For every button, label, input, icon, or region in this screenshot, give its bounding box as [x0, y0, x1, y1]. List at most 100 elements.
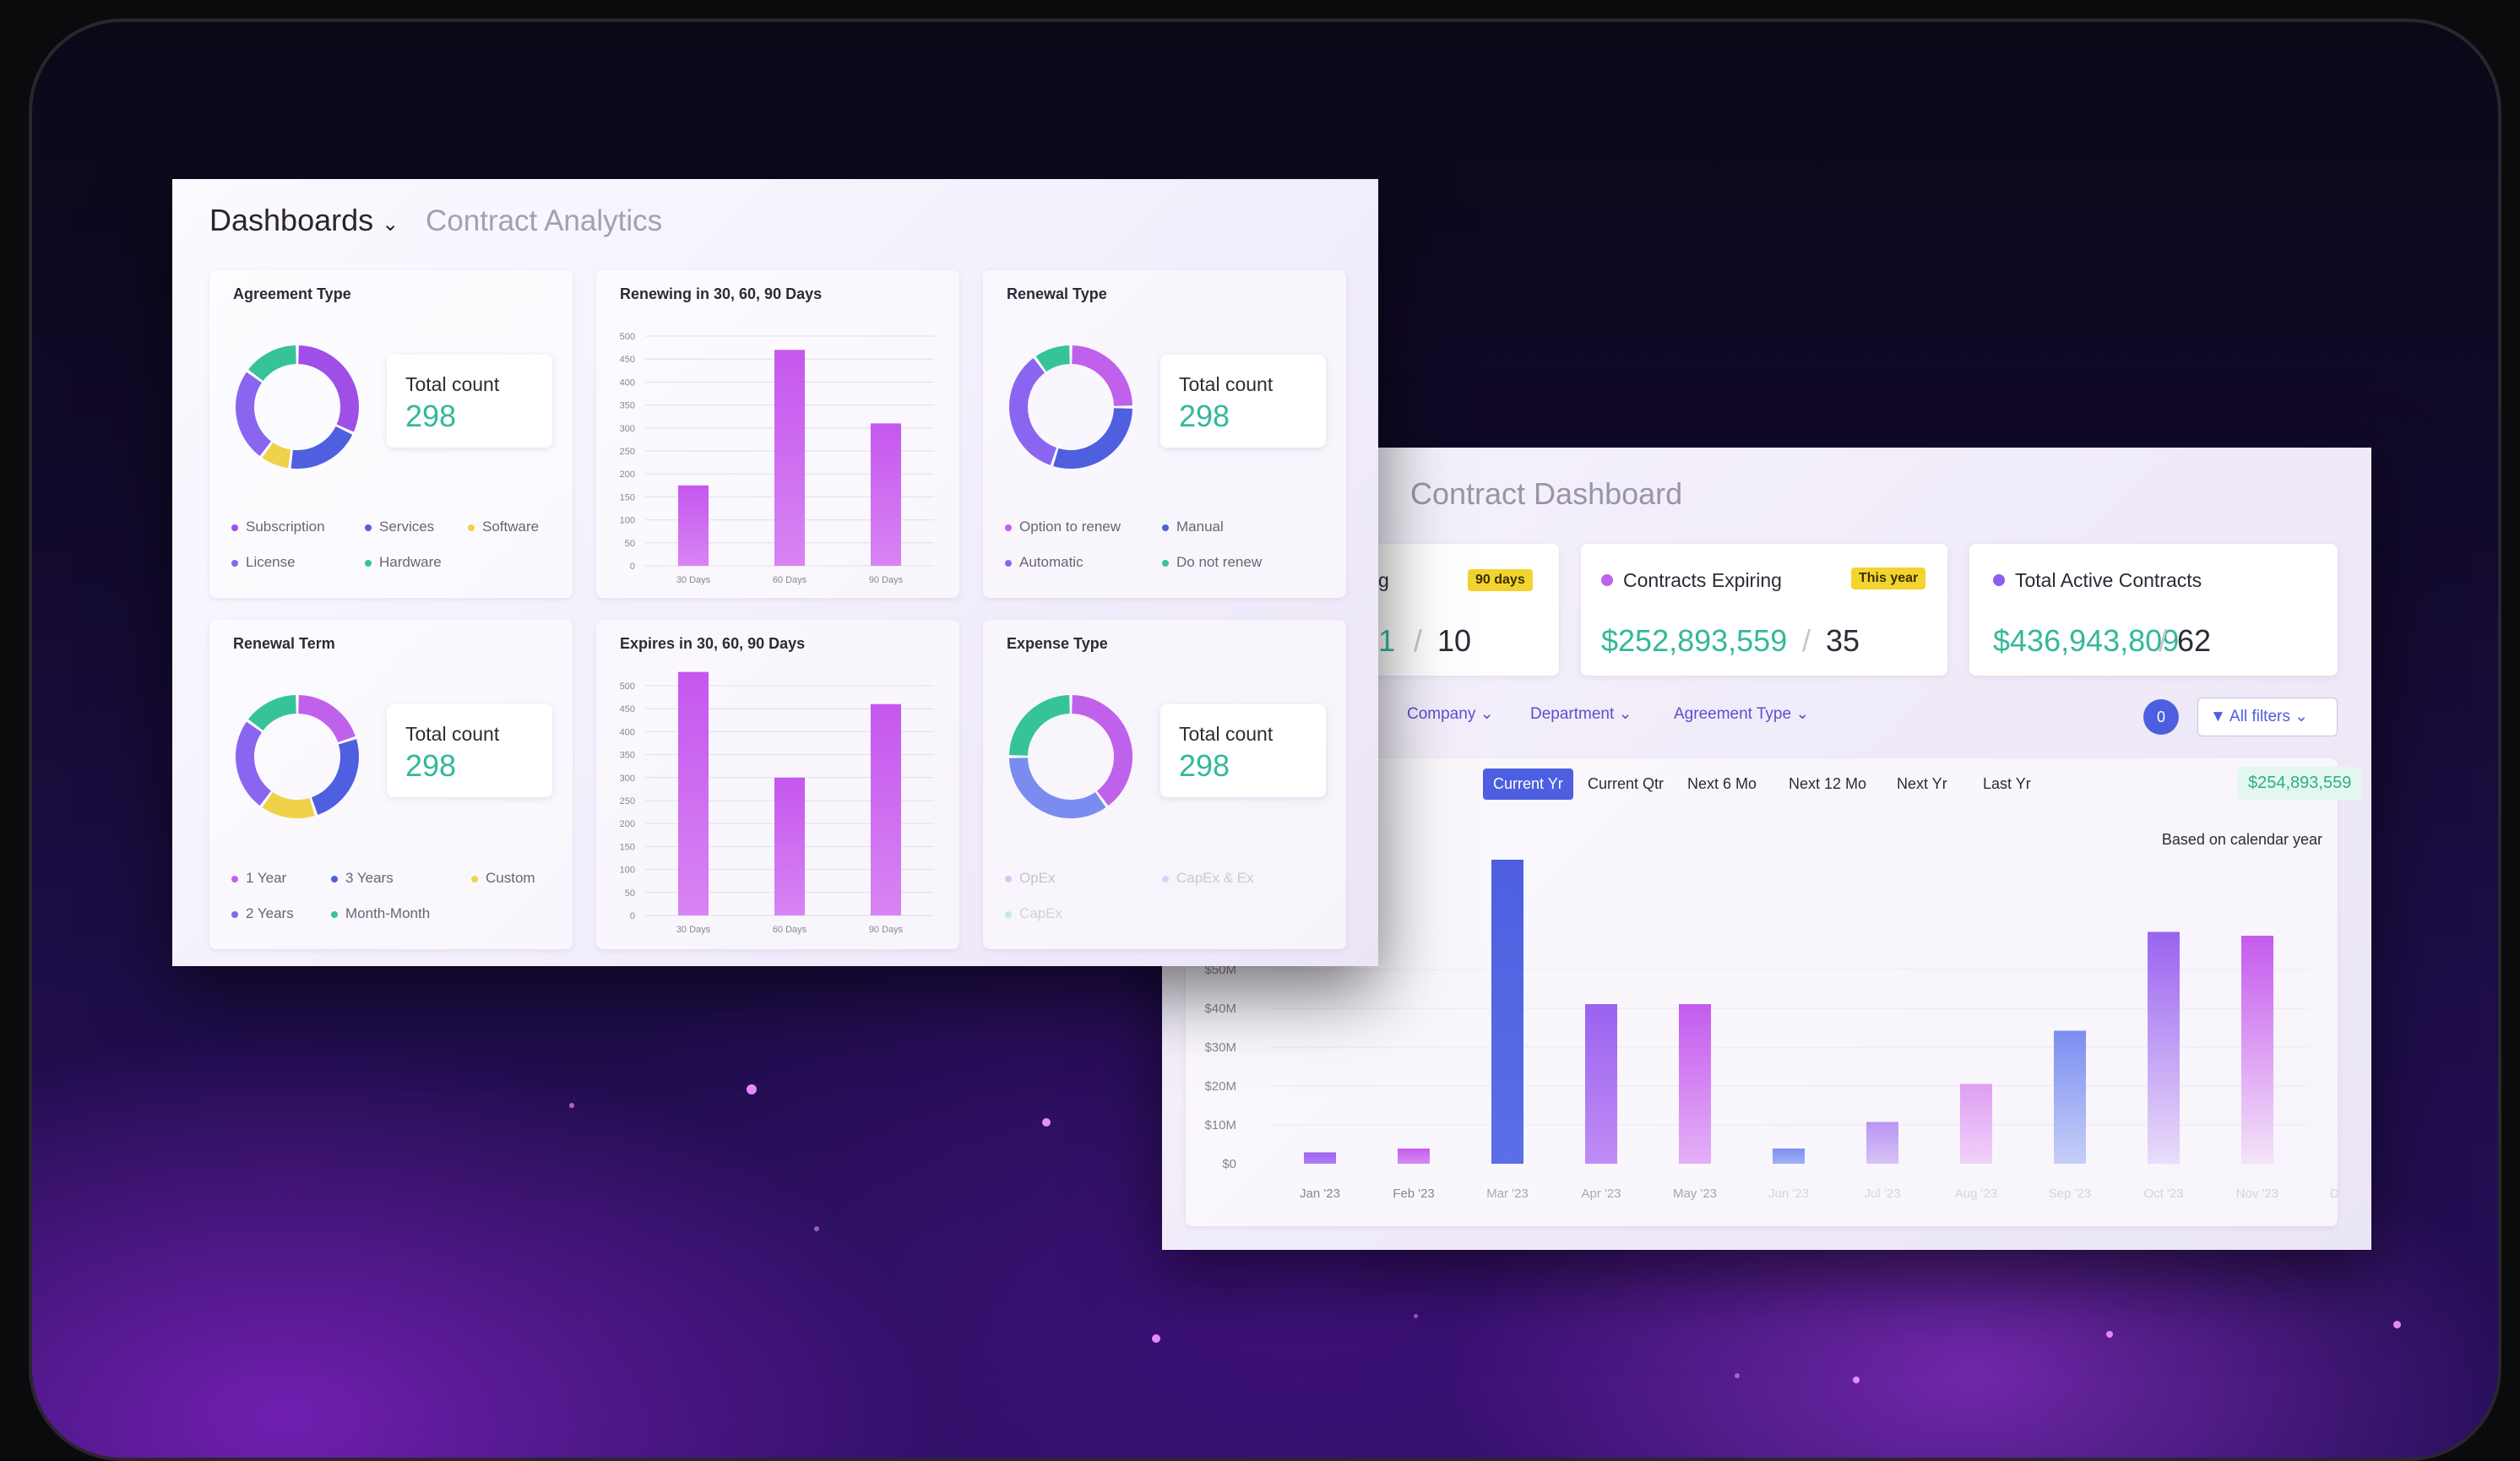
legend-item: Services	[365, 519, 434, 535]
bar	[774, 777, 805, 915]
sparkle	[747, 1084, 757, 1094]
bar	[678, 485, 709, 566]
legend-item: Software	[468, 519, 539, 535]
x-tick-label: 30 Days	[676, 575, 711, 585]
y-tick-label: 400	[620, 727, 635, 737]
y-tick-label: 50	[625, 888, 635, 899]
chevron-down-icon: ⌄	[1618, 705, 1632, 723]
legend-item: License	[231, 554, 296, 571]
total-count-label: Total count	[405, 723, 500, 745]
expense-type-card: Expense Type Total count 298 OpEx CapEx …	[983, 620, 1346, 949]
y-tick-label: 100	[620, 516, 635, 526]
stat-separator: /	[1414, 623, 1423, 658]
legend-dot	[331, 910, 338, 918]
legend-dot	[231, 524, 238, 531]
card-title: Renewing in 30, 60, 90 Days	[620, 285, 823, 302]
y-tick-label: 500	[620, 682, 635, 692]
sparkle	[2393, 1321, 2401, 1328]
legend-dot	[1005, 875, 1012, 883]
stat-amount: $436,943,809	[1993, 623, 2180, 658]
stat-card-total-active[interactable]: Total Active Contracts $436,943,809 / 62	[1969, 544, 2338, 676]
donut-slice	[311, 739, 359, 815]
bar	[1491, 860, 1523, 1164]
renewal-type-card: Renewal Type Total count 298 Option to r…	[983, 270, 1346, 598]
legend-item: Hardware	[365, 554, 442, 571]
page-title: Contract Dashboard	[1410, 476, 1683, 511]
legend-label: 2 Years	[246, 905, 294, 921]
legend-item: Month-Month	[331, 905, 430, 922]
legend-dot	[1162, 875, 1169, 883]
filter-agreement-type[interactable]: Agreement Type ⌄	[1674, 704, 1809, 724]
contract-analytics-panel: Dashboards ⌄ Contract Analytics Agreemen…	[172, 179, 1378, 966]
x-tick-label: 60 Days	[773, 575, 807, 585]
filter-icon: ▼	[2210, 708, 2226, 725]
legend-label: Manual	[1176, 519, 1224, 535]
stat-badge: 90 days	[1468, 569, 1533, 591]
stat-count: 62	[2177, 623, 2212, 658]
dashboards-dropdown[interactable]: Dashboards ⌄	[209, 203, 399, 238]
filter-count-badge[interactable]: 0	[2143, 699, 2179, 735]
filter-label: Agreement Type	[1674, 705, 1792, 723]
stat-card-contracts-expiring[interactable]: Contracts Expiring This year $252,893,55…	[1581, 544, 1947, 676]
stat-badge: This year	[1851, 568, 1926, 589]
all-filters-label: All filters	[2229, 708, 2290, 725]
legend-label: Subscription	[246, 519, 325, 535]
bar	[774, 350, 805, 566]
legend-dot	[231, 875, 238, 883]
bar	[1679, 1004, 1711, 1164]
all-filters-button[interactable]: ▼ All filters ⌄	[2197, 698, 2338, 736]
filter-department[interactable]: Department ⌄	[1530, 704, 1632, 724]
filter-label: Department	[1530, 705, 1615, 723]
card-title: Renewal Term	[233, 635, 335, 652]
x-tick-label: 90 Days	[869, 925, 904, 935]
legend-dot	[365, 559, 372, 567]
legend-item: 1 Year	[231, 870, 286, 887]
card-title: Expires in 30, 60, 90 Days	[620, 635, 806, 652]
y-tick-label: 250	[620, 447, 635, 457]
legend-dot	[331, 875, 338, 883]
total-count-label: Total count	[1179, 373, 1274, 395]
total-count-label: Total count	[405, 373, 500, 395]
bar	[871, 703, 901, 915]
filter-company[interactable]: Company ⌄	[1407, 704, 1494, 724]
sparkle	[1042, 1118, 1051, 1127]
donut-slice	[297, 345, 359, 432]
legend-dot	[1162, 524, 1169, 531]
x-tick-label: Feb '23	[1393, 1187, 1435, 1201]
legend-item: Option to renew	[1005, 519, 1121, 535]
sparkle	[1414, 1314, 1418, 1318]
renewal-term-card: Renewal Term Total count 298 1 Year 3 Ye…	[209, 620, 573, 949]
bar	[2054, 1030, 2086, 1164]
chevron-down-icon: ⌄	[382, 213, 399, 236]
donut-slice	[1009, 358, 1057, 465]
renewing-card: Renewing in 30, 60, 90 Days 0 50 100 150 200…	[596, 270, 959, 598]
y-tick-label: 50	[625, 539, 635, 549]
legend-item: Automatic	[1005, 554, 1083, 571]
stat-separator: /	[2159, 623, 2168, 658]
bar	[1773, 1149, 1805, 1164]
stat-dot	[1601, 574, 1613, 586]
bar	[1398, 1149, 1430, 1164]
legend-label: Hardware	[379, 554, 442, 570]
expires-bar-chart: 0 50 100 150 200 250 300 350 400 450 500 30 Days 60 …	[620, 671, 934, 935]
sparkle	[814, 1226, 819, 1231]
legend-label: Custom	[486, 870, 535, 886]
donut-slice	[1009, 695, 1071, 757]
y-tick-label: 500	[620, 332, 635, 342]
donut-slice	[1071, 695, 1132, 806]
y-tick-label: 450	[620, 355, 635, 365]
total-count-box: Total count 298	[1160, 355, 1326, 448]
donut-slice	[297, 695, 356, 743]
y-tick-label: 400	[620, 377, 635, 388]
donut-slice	[248, 695, 297, 731]
legend-label: 1 Year	[246, 870, 287, 886]
donut-slice	[248, 345, 297, 382]
donut-slice	[1071, 345, 1132, 407]
card-title: Renewal Type	[1007, 285, 1107, 302]
donut-slice	[236, 721, 272, 806]
total-count-value: 298	[1179, 399, 1230, 433]
stat-dot	[1993, 574, 2005, 586]
x-tick-label: 30 Days	[676, 925, 711, 935]
y-tick-label: 300	[620, 774, 635, 784]
total-count-box: Total count 298	[387, 704, 552, 797]
